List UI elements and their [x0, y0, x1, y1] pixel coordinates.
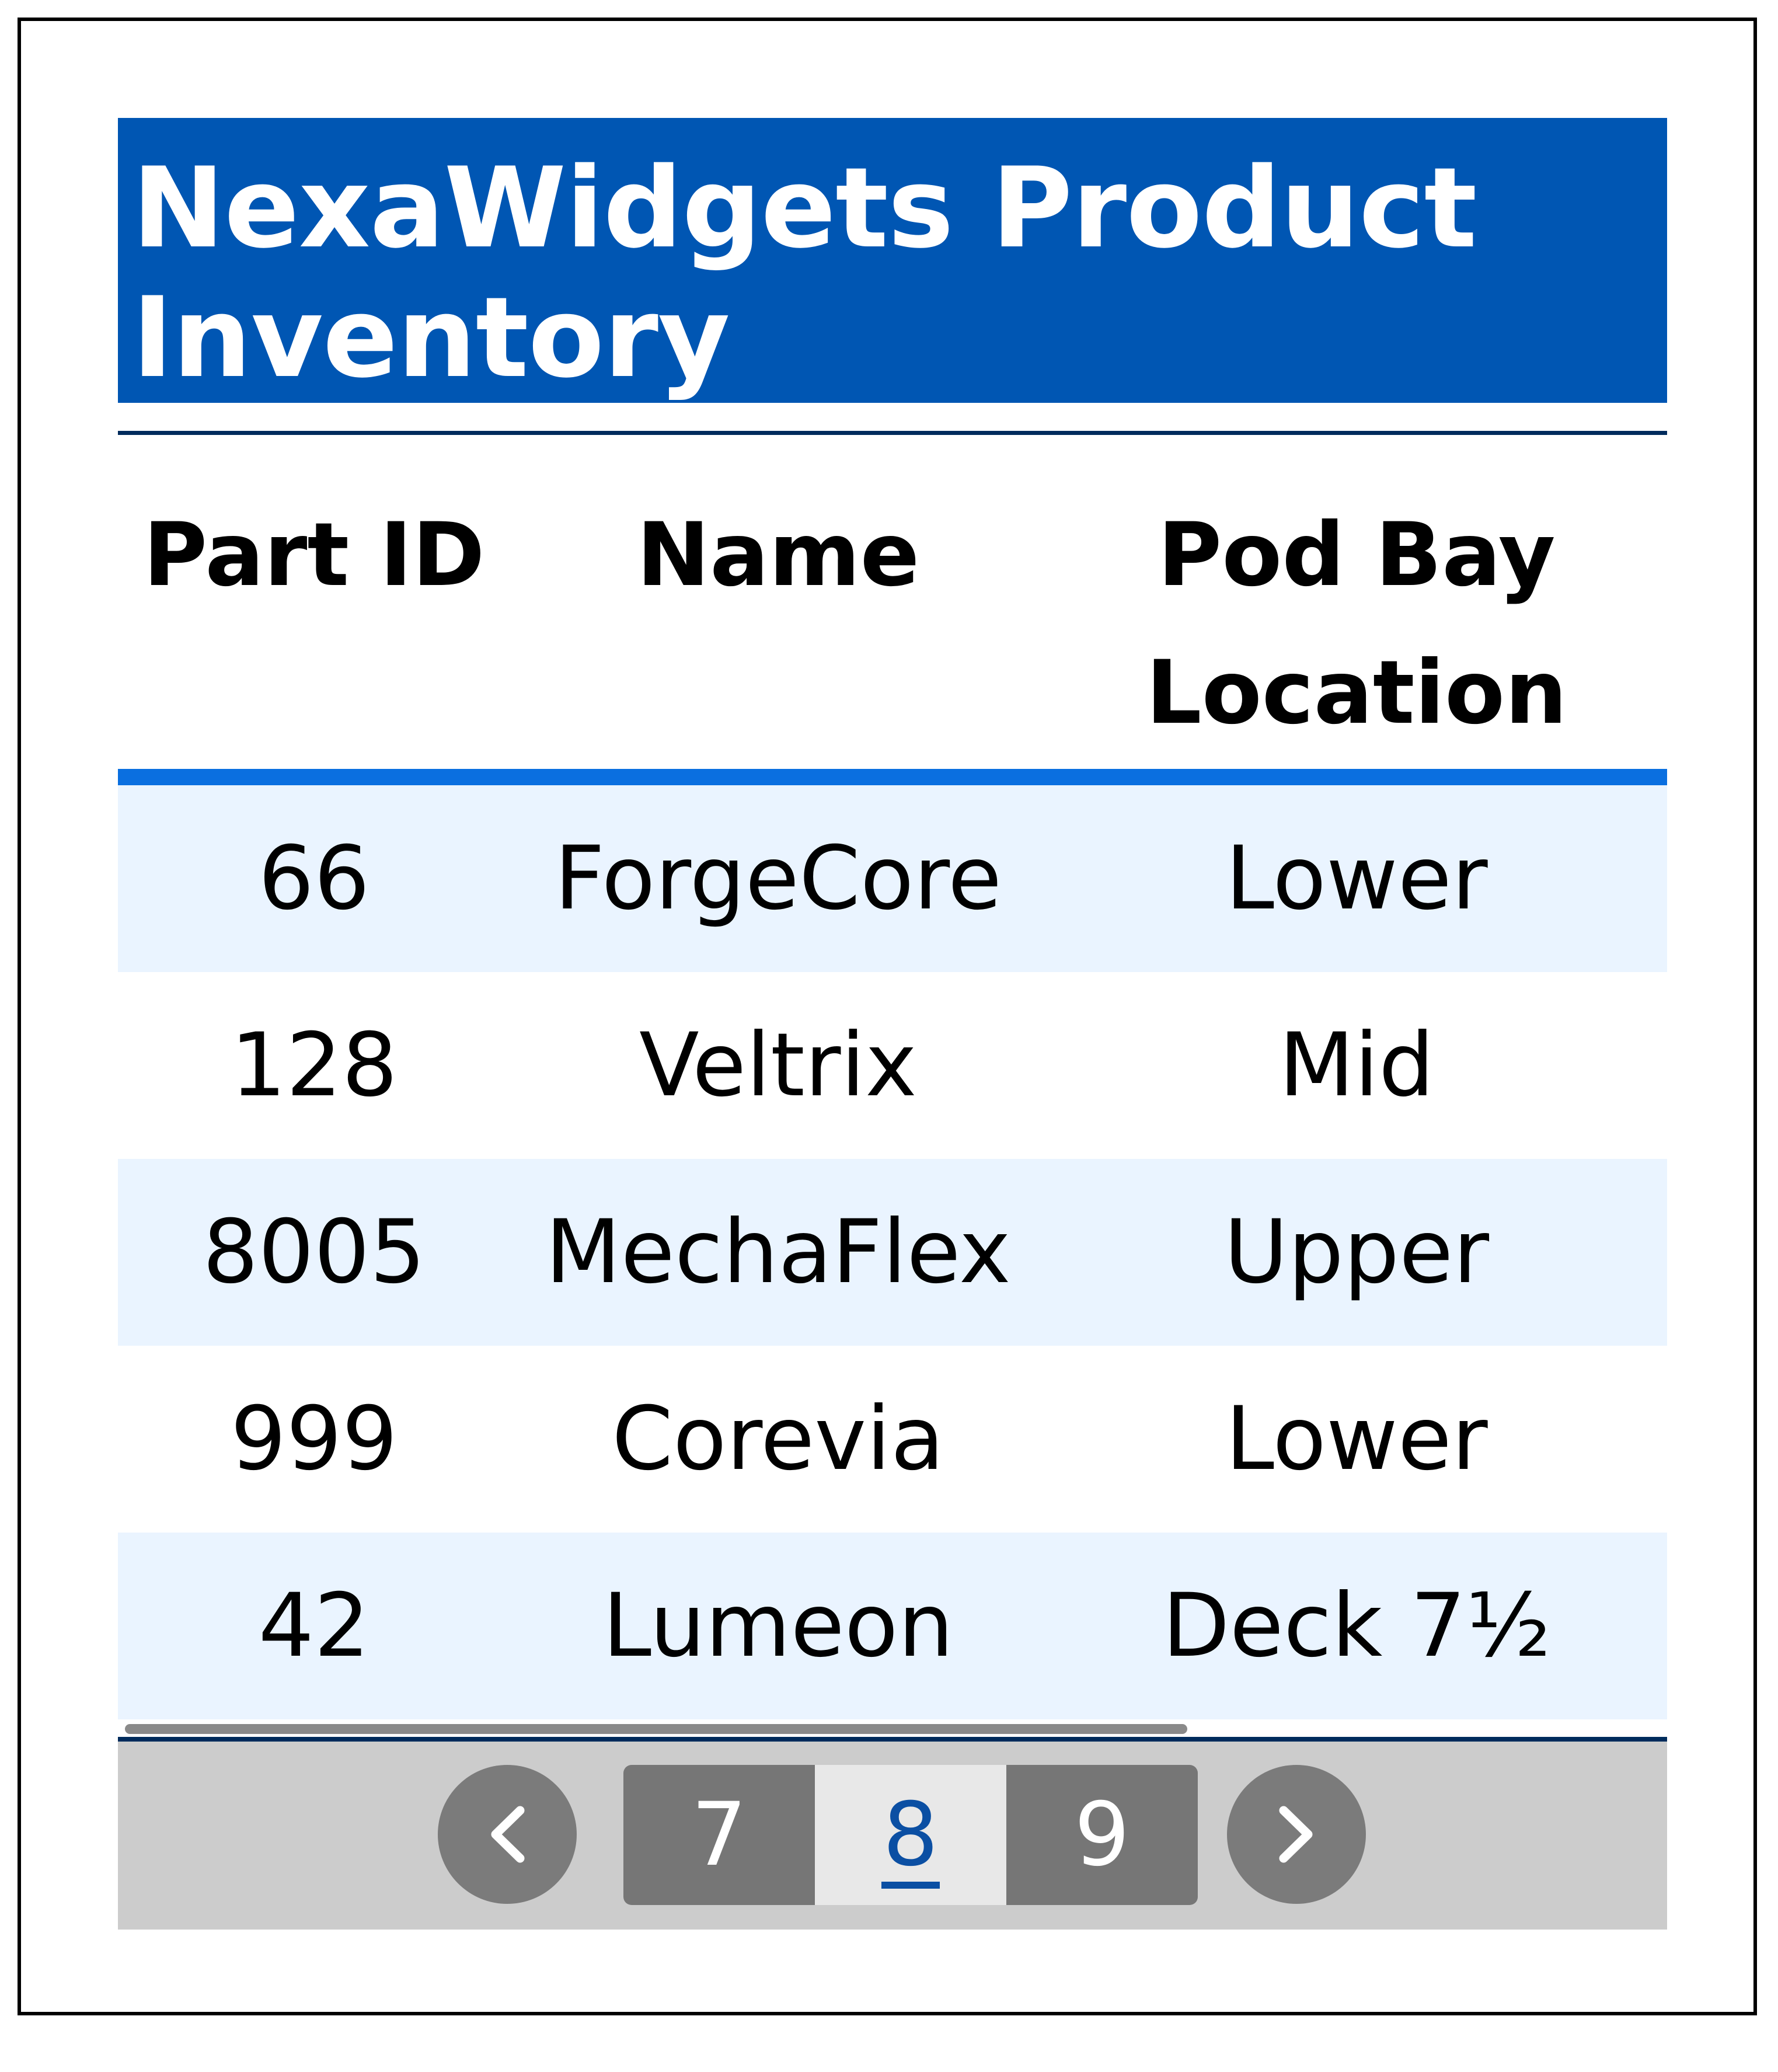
cell-part-id: 42 — [258, 1575, 370, 1677]
cell-part-id: 66 — [258, 828, 370, 929]
cell-location: Upper — [1223, 1202, 1490, 1303]
table-row: 999 Corevia Lower — [118, 1346, 1667, 1533]
pagination-bar: 7 8 9 — [118, 1742, 1667, 1930]
cell-location: Mid — [1278, 1015, 1435, 1116]
previous-page-button[interactable] — [438, 1765, 577, 1904]
cell-part-id: 8005 — [203, 1202, 426, 1303]
cell-location: Deck 7½ — [1162, 1575, 1551, 1677]
chevron-right-icon — [1279, 1806, 1313, 1863]
horizontal-scrollbar[interactable] — [118, 1719, 1667, 1737]
column-header-location: Pod Bay Location — [1146, 504, 1567, 744]
table-row: 128 Veltrix Mid — [118, 972, 1667, 1159]
cell-part-id: 999 — [230, 1388, 398, 1490]
cell-part-id: 128 — [230, 1015, 398, 1116]
chevron-left-icon — [491, 1806, 525, 1863]
page-number-group: 7 8 9 — [623, 1765, 1198, 1905]
table-row: 42 Lumeon Deck 7½ — [118, 1533, 1667, 1719]
page-9-button[interactable]: 9 — [1006, 1765, 1198, 1905]
table-row: 8005 MechaFlex Upper — [118, 1159, 1667, 1346]
page-title: NexaWidgets Product Inventory — [132, 144, 1477, 402]
cell-name: Corevia — [612, 1388, 944, 1490]
cell-name: MechaFlex — [545, 1202, 1011, 1303]
page-7-button[interactable]: 7 — [623, 1765, 815, 1905]
table-row: 66 ForgeCore Lower — [118, 785, 1667, 972]
inventory-panel: NexaWidgets Product Inventory Part ID Na… — [118, 118, 1667, 1930]
page-8-current[interactable]: 8 — [815, 1765, 1006, 1905]
column-header-name: Name — [636, 504, 920, 606]
cell-name: ForgeCore — [554, 828, 1002, 929]
page-frame: NexaWidgets Product Inventory Part ID Na… — [18, 18, 1757, 2015]
title-bar: NexaWidgets Product Inventory — [118, 118, 1667, 403]
scrollbar-thumb[interactable] — [125, 1724, 1187, 1734]
column-header-part-id: Part ID — [143, 504, 485, 606]
next-page-button[interactable] — [1227, 1765, 1366, 1904]
cell-location: Lower — [1225, 1388, 1488, 1490]
header-divider — [118, 769, 1667, 785]
cell-name: Veltrix — [639, 1015, 917, 1116]
table-header-row: Part ID Name Pod Bay Location — [118, 435, 1667, 769]
title-divider — [118, 431, 1667, 435]
cell-location: Lower — [1225, 828, 1488, 929]
cell-name: Lumeon — [602, 1575, 954, 1677]
table-bottom-divider — [118, 1737, 1667, 1742]
